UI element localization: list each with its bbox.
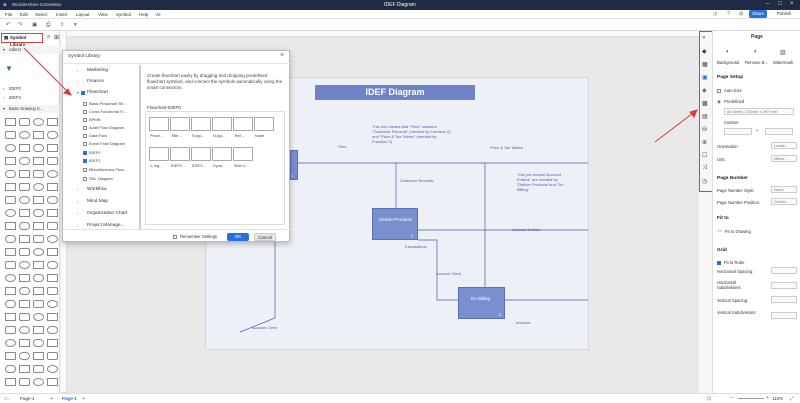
predefined-label[interactable]: Predefined bbox=[724, 99, 744, 104]
times-icon: × bbox=[756, 128, 759, 133]
fullscreen-icon[interactable]: ⤢ bbox=[790, 396, 794, 402]
horizontal-subdivisions-input[interactable] bbox=[771, 282, 797, 289]
page-number-position-select[interactable]: Center bbox=[771, 198, 797, 205]
vertical-spacing-label: Vertical Spacing: bbox=[717, 298, 749, 303]
zoom-slider[interactable] bbox=[738, 398, 764, 399]
fit-to-heading: Fit to bbox=[717, 216, 729, 221]
fit-to-drawing-icon[interactable]: ▭ bbox=[717, 228, 722, 234]
background-icon[interactable]: ◐ bbox=[726, 49, 730, 55]
fit-to-drawing-button[interactable]: Fit to Drawing bbox=[725, 229, 751, 234]
unit-select[interactable]: Millim... bbox=[771, 155, 797, 162]
arrow-head-icon-strip bbox=[689, 109, 698, 118]
vertical-spacing-input[interactable] bbox=[771, 296, 797, 303]
watermark-button[interactable]: Watermark bbox=[773, 60, 793, 65]
remove-background-icon[interactable]: ◑ bbox=[753, 49, 757, 55]
status-bar: ▭ Page-1 + Page-1 + ⊡ – + 110% ⤢ bbox=[0, 393, 800, 403]
custom-width-input[interactable] bbox=[724, 128, 752, 135]
auto-size-label[interactable]: Auto Size bbox=[724, 88, 742, 93]
vertical-subdivisions-label: Vertical Subdivisions: bbox=[717, 310, 757, 315]
page-number-style-select[interactable]: None bbox=[771, 186, 797, 193]
grid-heading: Grid bbox=[717, 248, 727, 253]
fit-to-ruler-label[interactable]: Fit to Ruler bbox=[724, 260, 744, 265]
horizontal-subdivisions-label: Horizontal Subdivisions: bbox=[717, 280, 742, 290]
zoom-in-icon[interactable]: + bbox=[766, 395, 769, 401]
panel-title: Page bbox=[751, 34, 763, 40]
zoom-out-icon[interactable]: – bbox=[730, 395, 733, 401]
auto-size-checkbox[interactable] bbox=[717, 88, 723, 94]
arrow-head-flowchart bbox=[63, 88, 72, 96]
horizontal-spacing-label: Horizontal Spacing: bbox=[717, 269, 754, 274]
remove-background-button[interactable]: Remove B... bbox=[745, 60, 768, 65]
unit-label: Unit: bbox=[717, 157, 726, 162]
page-layout-icon[interactable]: ▭ bbox=[4, 396, 9, 402]
predefined-radio[interactable]: ◉ bbox=[717, 99, 721, 105]
horizontal-spacing-input[interactable] bbox=[771, 267, 797, 274]
add-page-icon[interactable]: + bbox=[50, 396, 53, 402]
arrow-to-icon-strip bbox=[654, 112, 694, 143]
icon-strip-highlight bbox=[699, 31, 713, 192]
page-properties-panel: Page ◐ Background ◑ Remove B... ▨ Waterm… bbox=[712, 31, 800, 393]
zoom-level[interactable]: 110% bbox=[772, 396, 783, 401]
page-number-position-label: Page Number Position: bbox=[717, 200, 761, 205]
fit-page-icon[interactable]: ⊡ bbox=[707, 396, 711, 402]
page-setup-heading: Page Setup bbox=[717, 75, 744, 80]
orientation-select[interactable]: Lands... bbox=[771, 142, 797, 149]
page-tab-selector[interactable]: Page-1 bbox=[20, 396, 35, 401]
paper-size-select[interactable]: A4 sheet, 210mm x 297 mm bbox=[724, 108, 794, 115]
arrow-to-flowchart bbox=[23, 47, 69, 93]
background-button[interactable]: Background bbox=[717, 60, 739, 65]
vertical-subdivisions-input[interactable] bbox=[771, 312, 797, 319]
custom-label[interactable]: Custom bbox=[724, 120, 738, 125]
fit-to-ruler-checkbox[interactable] bbox=[717, 260, 723, 266]
annotation-arrows bbox=[23, 47, 698, 143]
custom-height-input[interactable] bbox=[765, 128, 793, 135]
add-tab-icon[interactable]: + bbox=[82, 396, 85, 402]
page-number-style-label: Page Number Style: bbox=[717, 188, 755, 193]
orientation-label: Orientation: bbox=[717, 144, 739, 149]
page-number-heading: Page Number bbox=[717, 176, 748, 181]
watermark-icon[interactable]: ▨ bbox=[780, 49, 786, 56]
page-tab-active[interactable]: Page-1 bbox=[62, 396, 77, 401]
